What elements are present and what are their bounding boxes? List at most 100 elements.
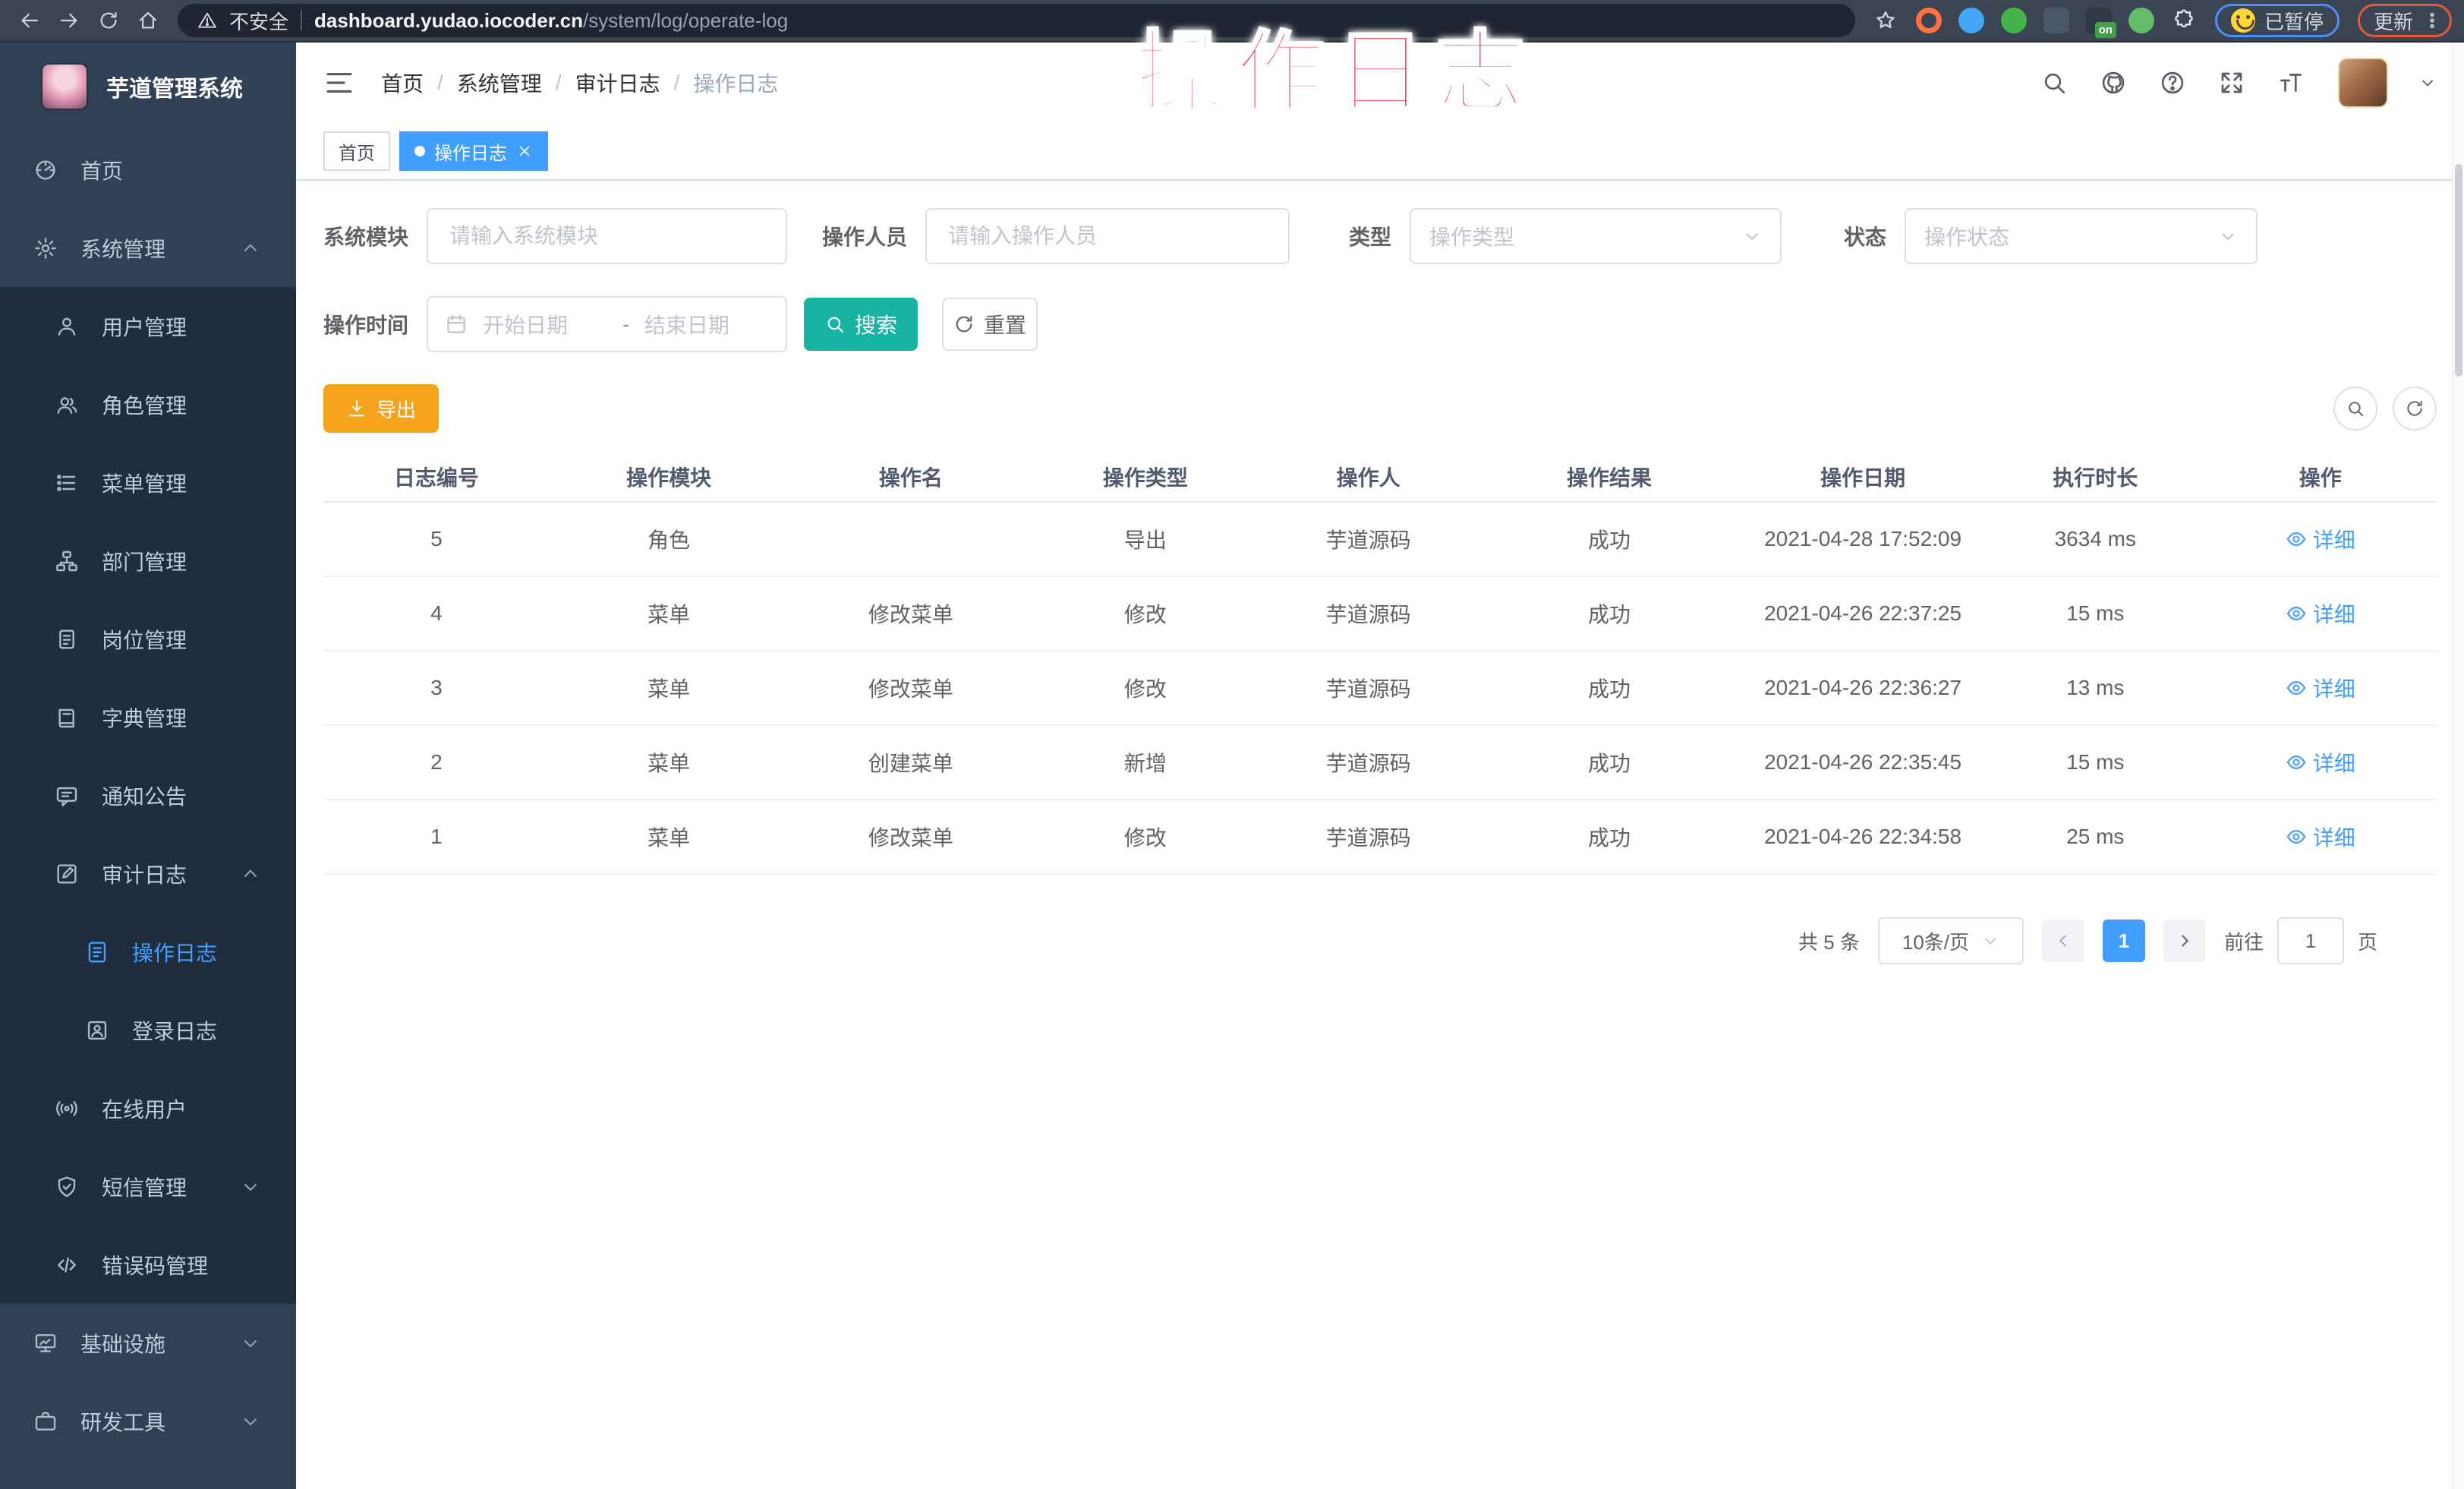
- time-label: 操作时间: [323, 309, 427, 339]
- detail-link[interactable]: 详细: [2286, 524, 2355, 554]
- goto-page-input[interactable]: [2277, 917, 2344, 964]
- sidebar-item-label: 首页: [80, 155, 123, 185]
- sidebar-item-notice[interactable]: 通知公告: [0, 756, 296, 834]
- cell-action: 详细: [2204, 822, 2437, 853]
- sidebar-item-label: 研发工具: [80, 1406, 165, 1437]
- chevron-down-icon[interactable]: [2418, 74, 2437, 92]
- help-icon[interactable]: [2159, 69, 2186, 96]
- warning-icon[interactable]: [197, 11, 217, 30]
- breadcrumb-item[interactable]: 系统管理: [457, 68, 542, 98]
- sidebar-item-user-management[interactable]: 用户管理: [0, 287, 296, 365]
- sidebar-item-online-users[interactable]: 在线用户: [0, 1069, 296, 1147]
- cell-action: 详细: [2204, 524, 2437, 555]
- user-avatar[interactable]: [2340, 59, 2387, 106]
- chevron-down-icon: [240, 1333, 261, 1354]
- show-search-toggle-button[interactable]: [2333, 386, 2377, 431]
- detail-link[interactable]: 详细: [2286, 598, 2355, 629]
- reset-button[interactable]: 重置: [942, 298, 1038, 351]
- url-text[interactable]: dashboard.yudao.iocoder.cn/system/log/op…: [314, 9, 788, 33]
- column-header: 操作名: [788, 462, 1033, 492]
- font-size-icon[interactable]: [2277, 69, 2305, 96]
- table-row: 2菜单创建菜单新增芋道源码成功2021-04-26 22:35:4515 ms详…: [323, 726, 2437, 800]
- github-icon[interactable]: [2100, 69, 2127, 96]
- module-input[interactable]: [427, 208, 787, 264]
- date-range-picker[interactable]: 开始日期 - 结束日期: [427, 296, 787, 352]
- column-header: 执行时长: [1987, 462, 2204, 492]
- next-page-button[interactable]: [2163, 920, 2206, 962]
- search-button[interactable]: 搜索: [804, 298, 918, 351]
- browser-menu-dots-icon[interactable]: [2422, 11, 2442, 30]
- sidebar-item-sms-management[interactable]: 短信管理: [0, 1147, 296, 1226]
- sidebar-item-home[interactable]: 首页: [0, 131, 296, 209]
- detail-link[interactable]: 详细: [2286, 822, 2355, 852]
- operator-input[interactable]: [925, 208, 1290, 264]
- close-icon[interactable]: [516, 143, 533, 159]
- org-tree-icon: [55, 549, 79, 573]
- chevron-down-icon: [2218, 226, 2238, 246]
- status-select[interactable]: 操作状态: [1905, 208, 2258, 264]
- status-select-placeholder: 操作状态: [1924, 221, 2009, 251]
- sidebar-item-infrastructure[interactable]: 基础设施: [0, 1304, 296, 1382]
- export-button[interactable]: 导出: [323, 384, 439, 433]
- security-label[interactable]: 不安全: [229, 7, 288, 35]
- dictionary-icon: [55, 705, 79, 730]
- update-label: 更新: [2374, 7, 2413, 35]
- page-scrollbar[interactable]: [2452, 43, 2464, 1489]
- extension-ring-icon[interactable]: [1916, 8, 1942, 33]
- breadcrumb-item[interactable]: 审计日志: [575, 68, 660, 98]
- browser-back-button[interactable]: [12, 4, 47, 37]
- browser-reload-button[interactable]: [91, 4, 126, 37]
- puzzle-icon: [2172, 8, 2196, 33]
- bookmark-star-icon[interactable]: [1873, 8, 1898, 33]
- extension-v-icon[interactable]: [2001, 8, 2027, 33]
- cell-operator: 芋道源码: [1257, 673, 1479, 703]
- hamburger-icon[interactable]: [323, 67, 355, 99]
- detail-link[interactable]: 详细: [2286, 747, 2355, 778]
- prev-page-button[interactable]: [2042, 920, 2084, 962]
- eye-icon: [2286, 752, 2307, 773]
- table-tools: [2333, 386, 2437, 431]
- extension-pin-icon[interactable]: [1958, 8, 1984, 33]
- sidebar-item-menu-management[interactable]: 菜单管理: [0, 443, 296, 522]
- page-size-select[interactable]: 10条/页: [1878, 917, 2024, 964]
- scrollbar-thumb[interactable]: [2455, 164, 2462, 377]
- users-icon: [55, 393, 79, 417]
- sidebar-item-dict-management[interactable]: 字典管理: [0, 678, 296, 756]
- app-logo-row[interactable]: 芋道管理系统: [0, 43, 296, 131]
- address-bar[interactable]: 不安全 dashboard.yudao.iocoder.cn/system/lo…: [178, 4, 1855, 37]
- extension-leaf-icon[interactable]: [2128, 8, 2154, 33]
- refresh-table-button[interactable]: [2393, 386, 2437, 431]
- detail-link[interactable]: 详细: [2286, 673, 2355, 703]
- sidebar-item-post-management[interactable]: 岗位管理: [0, 600, 296, 678]
- current-page-button[interactable]: 1: [2103, 920, 2145, 962]
- sidebar-item-audit-log[interactable]: 审计日志: [0, 834, 296, 913]
- breadcrumb-item[interactable]: 首页: [381, 68, 424, 98]
- type-select[interactable]: 操作类型: [1410, 208, 1782, 264]
- browser-home-button[interactable]: [131, 4, 165, 37]
- sidebar-item-dev-tools[interactable]: 研发工具: [0, 1382, 296, 1460]
- profile-paused-chip[interactable]: 已暂停: [2215, 4, 2340, 37]
- browser-forward-button[interactable]: [52, 4, 87, 37]
- sidebar-item-error-code-management[interactable]: 错误码管理: [0, 1226, 296, 1304]
- tab-label: 操作日志: [434, 138, 507, 165]
- cell-id: 5: [323, 527, 550, 551]
- sidebar-item-role-management[interactable]: 角色管理: [0, 365, 296, 443]
- cell-name: 修改菜单: [788, 822, 1033, 852]
- sidebar-item-system-management[interactable]: 系统管理: [0, 209, 296, 287]
- extension-switch-icon[interactable]: on: [2086, 8, 2112, 33]
- browser-update-chip[interactable]: 更新: [2358, 4, 2452, 37]
- extension-tool-icon[interactable]: [2043, 8, 2069, 33]
- sidebar-item-login-log[interactable]: 登录日志: [0, 991, 296, 1069]
- search-icon[interactable]: [2040, 69, 2068, 96]
- tab-home[interactable]: 首页: [323, 131, 390, 171]
- sidebar-item-dept-management[interactable]: 部门管理: [0, 522, 296, 600]
- filter-form-row-2: 操作时间 开始日期 - 结束日期 搜索 重置: [323, 296, 2437, 352]
- tab-operate-log[interactable]: 操作日志: [399, 131, 548, 171]
- fullscreen-icon[interactable]: [2218, 69, 2245, 96]
- extension-puzzle-icon[interactable]: [2171, 8, 2197, 33]
- operate-log-table: 日志编号操作模块操作名操作类型操作人操作结果操作日期执行时长操作 5角色导出芋道…: [323, 453, 2437, 875]
- breadcrumb-separator: /: [674, 71, 680, 95]
- cell-duration: 25 ms: [1987, 825, 2204, 849]
- chevron-down-icon: [1981, 932, 1999, 950]
- sidebar-item-operate-log[interactable]: 操作日志: [0, 913, 296, 991]
